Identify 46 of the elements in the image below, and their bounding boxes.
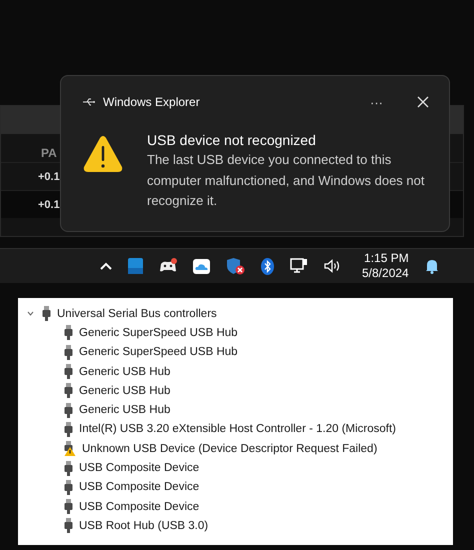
usb-plug-icon bbox=[64, 325, 73, 340]
device-item[interactable]: USB Composite Device bbox=[79, 500, 200, 513]
network-icon[interactable] bbox=[290, 258, 308, 274]
app-name: Windows Explorer bbox=[103, 95, 200, 109]
clock-time: 1:15 PM bbox=[364, 251, 409, 266]
usb-plug-icon bbox=[64, 460, 73, 476]
usb-icon bbox=[83, 97, 95, 107]
table-cell: +0.1 bbox=[38, 170, 60, 182]
usb-plug-icon bbox=[64, 499, 73, 514]
device-item[interactable]: Generic USB Hub bbox=[79, 366, 170, 378]
bell-icon[interactable] bbox=[424, 258, 439, 274]
chevron-up-icon[interactable] bbox=[100, 262, 112, 270]
warning-icon bbox=[83, 135, 123, 173]
game-controller-icon[interactable] bbox=[159, 258, 177, 274]
usb-warning-icon bbox=[64, 441, 76, 456]
close-icon[interactable] bbox=[417, 96, 429, 108]
taskbar-clock[interactable]: 1:15 PM 5/8/2024 bbox=[362, 251, 409, 281]
shield-error-icon[interactable] bbox=[226, 258, 245, 274]
device-item[interactable]: Generic SuperSpeed USB Hub bbox=[79, 346, 238, 358]
device-item[interactable]: Generic USB Hub bbox=[79, 384, 170, 397]
usb-plug-icon bbox=[64, 364, 73, 380]
device-item[interactable]: USB Composite Device bbox=[79, 462, 200, 474]
category-label[interactable]: Universal Serial Bus controllers bbox=[57, 308, 217, 320]
bluetooth-icon[interactable] bbox=[261, 258, 274, 274]
device-item[interactable]: USB Composite Device bbox=[79, 481, 200, 494]
device-item[interactable]: USB Root Hub (USB 3.0) bbox=[79, 520, 208, 532]
usb-plug-icon bbox=[64, 518, 73, 534]
usb-plug-icon bbox=[64, 344, 73, 360]
usb-plug-icon bbox=[64, 422, 73, 437]
usb-plug-icon bbox=[64, 383, 73, 398]
device-item[interactable]: Generic SuperSpeed USB Hub bbox=[79, 326, 238, 339]
notification-message: The last USB device you connected to this computer malfunctioned, and Windows does not recognize it. bbox=[147, 151, 426, 210]
device-item[interactable]: Intel(R) USB 3.20 eXtensible Host Controller - 1.20 (Microsoft) bbox=[79, 423, 396, 436]
usb-plug-icon bbox=[42, 306, 51, 322]
more-options-button[interactable]: ··· bbox=[362, 94, 391, 110]
speaker-icon[interactable] bbox=[324, 259, 342, 273]
usb-plug-icon bbox=[64, 402, 73, 418]
cloud-icon[interactable] bbox=[193, 258, 210, 274]
notification-title: USB device not recognized bbox=[147, 131, 317, 150]
column-header: PA bbox=[41, 146, 57, 160]
device-item[interactable]: Generic USB Hub bbox=[79, 404, 170, 416]
table-cell: +0.1 bbox=[38, 198, 60, 210]
clock-date: 5/8/2024 bbox=[362, 266, 409, 281]
device-item[interactable]: Unknown USB Device (Device Descriptor Request Failed) bbox=[82, 442, 378, 455]
usb-plug-icon bbox=[64, 480, 73, 495]
app-tile-icon[interactable] bbox=[128, 258, 143, 274]
